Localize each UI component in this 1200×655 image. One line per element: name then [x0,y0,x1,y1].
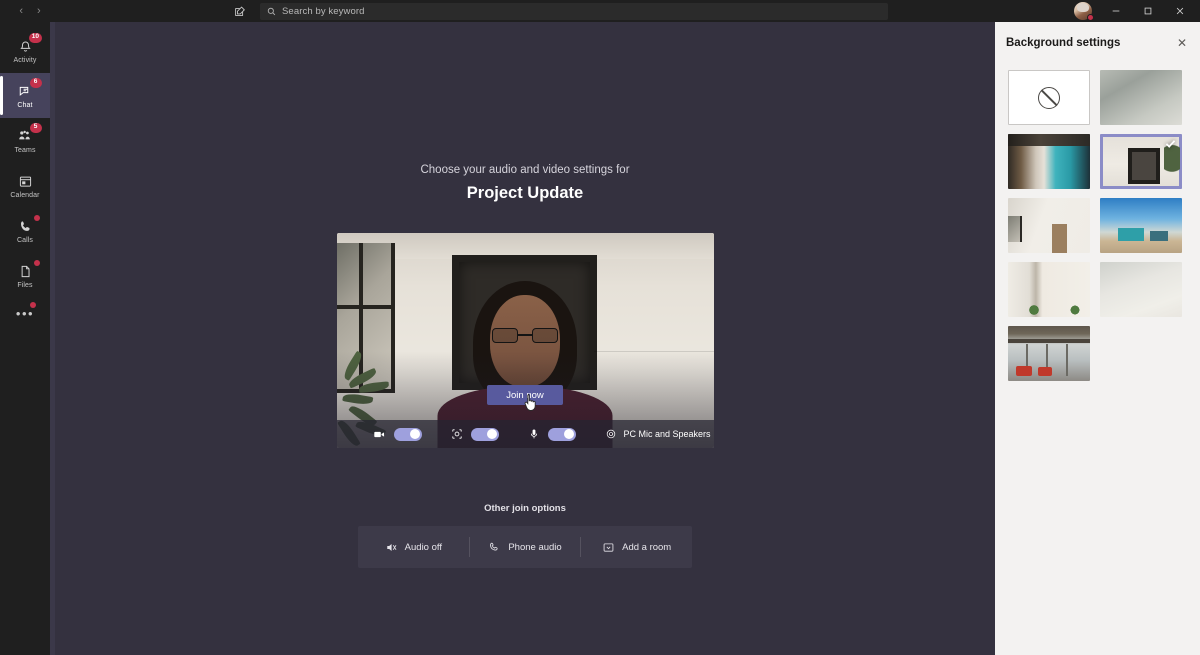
files-icon [17,259,40,280]
device-label: PC Mic and Speakers [623,429,711,439]
gear-icon [604,428,618,440]
compose-icon[interactable] [232,3,248,19]
background-thumbnail-grid [995,64,1200,381]
background-thumb-none[interactable] [1008,70,1090,125]
video-preview[interactable]: Join now PC Mic and Speakers [336,233,714,448]
teams-window: ‹ › Search by keyword 10 Activity 6 Chat… [0,0,1200,655]
background-thumb-white-room[interactable] [1008,198,1090,253]
preview-overlay [336,233,714,448]
add-a-room-option[interactable]: Add a room [581,526,692,568]
title-bar-center: Search by keyword [60,0,1060,22]
nav-arrows: ‹ › [0,0,60,22]
camera-toggle[interactable] [393,427,422,441]
title-bar: ‹ › Search by keyword [0,0,1200,22]
close-icon[interactable]: ✕ [1177,37,1187,49]
sidebar-item-label: Calendar [10,191,40,199]
calendar-icon [17,173,34,190]
page-title: Project Update [466,184,584,202]
preview-controls-bar: PC Mic and Speakers [336,420,714,448]
sidebar-item-chat[interactable]: 6 Chat [0,73,50,118]
panel-header: Background settings ✕ [995,22,1200,64]
status-badge [1087,14,1094,21]
more-apps-button[interactable]: ••• [0,298,50,328]
background-thumb-blurred-wall[interactable] [1100,262,1182,317]
sidebar-item-teams[interactable]: 5 Teams [0,118,50,163]
chat-icon: 6 [17,77,42,100]
forward-icon[interactable]: › [37,5,41,17]
app-rail: 10 Activity 6 Chat 5 Teams Calendar Call… [0,22,50,655]
background-thumb-cafe[interactable] [1008,134,1090,189]
background-thumb-curtain[interactable] [1008,262,1090,317]
maximize-button[interactable] [1132,0,1164,22]
close-button[interactable] [1164,0,1196,22]
sidebar-item-label: Calls [16,236,34,244]
other-join-options-bar: Audio off Phone audio Add a room [358,526,692,568]
teams-badge: 5 [29,122,42,133]
sidebar-item-files[interactable]: Files [0,253,50,298]
add-a-room-label: Add a room [622,541,672,553]
sidebar-item-label: Activity [13,56,37,64]
sidebar-item-calendar[interactable]: Calendar [0,163,50,208]
avatar[interactable] [1066,0,1100,22]
join-now-button[interactable]: Join now [487,385,563,405]
sidebar-item-label: Chat [17,101,33,109]
check-icon [1164,137,1177,155]
audio-off-option[interactable]: Audio off [358,526,469,568]
device-settings[interactable]: PC Mic and Speakers [604,428,711,440]
search-input[interactable]: Search by keyword [260,2,888,20]
background-thumb-loft[interactable] [1008,326,1090,381]
background-effects-icon [450,428,464,440]
phone-icon [488,541,501,554]
speaker-muted-icon [385,541,398,554]
camera-icon [373,428,387,441]
sidebar-item-label: Teams [14,146,36,154]
back-icon[interactable]: ‹ [19,5,23,17]
files-badge [33,259,40,266]
minimize-button[interactable] [1100,0,1132,22]
phone-audio-label: Phone audio [508,541,562,553]
no-background-icon [1038,86,1060,109]
sidebar-item-activity[interactable]: 10 Activity [0,28,50,73]
camera-control [373,427,422,441]
microphone-toggle[interactable] [547,427,576,441]
audio-off-label: Audio off [404,541,442,553]
background-control [450,427,499,441]
teams-icon: 5 [17,122,42,145]
add-room-icon [602,541,615,554]
window-controls [1060,0,1200,22]
more-apps-badge [30,302,36,308]
panel-title: Background settings [1006,37,1121,49]
phone-icon [17,214,40,235]
microphone-icon [527,428,541,440]
prejoin-stage: Choose your audio and video settings for… [55,22,995,655]
background-thumb-mirror-room[interactable] [1100,134,1182,189]
chat-badge: 6 [29,77,42,88]
background-settings-panel: Background settings ✕ [995,22,1200,655]
microphone-control [527,427,576,441]
calls-badge [33,214,40,221]
search-placeholder: Search by keyword [282,5,365,17]
background-thumb-blur[interactable] [1100,70,1182,125]
prejoin-subtitle: Choose your audio and video settings for [420,164,630,176]
search-icon [267,7,276,16]
phone-audio-option[interactable]: Phone audio [470,526,581,568]
other-join-options-title: Other join options [484,503,566,514]
activity-badge: 10 [29,32,42,43]
bell-icon: 10 [17,32,42,55]
sidebar-item-calls[interactable]: Calls [0,208,50,253]
sidebar-item-label: Files [17,281,33,289]
background-toggle[interactable] [470,427,499,441]
background-thumb-beach[interactable] [1100,198,1182,253]
